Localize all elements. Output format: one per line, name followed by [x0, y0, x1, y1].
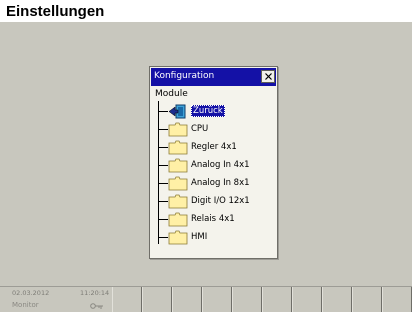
tree-item-regler[interactable]: Regler 4x1	[150, 138, 276, 156]
tree-item-relais[interactable]: Relais 4x1	[150, 210, 276, 228]
back-arrow-icon	[168, 104, 186, 119]
function-key-3[interactable]	[172, 287, 202, 312]
tree-item-analog-in-4[interactable]: Analog In 4x1	[150, 156, 276, 174]
folder-icon	[168, 230, 188, 245]
tree-item-label: Analog In 8x1	[191, 178, 250, 188]
configuration-dialog: Konfiguration Module Zurück CPU Regler 4…	[149, 66, 278, 259]
tree-item-label: Relais 4x1	[191, 214, 235, 224]
bottom-bar: 02.03.2012 11:20:14 Monitor	[0, 286, 412, 312]
function-key-1[interactable]	[112, 287, 142, 312]
tree-item-label: Analog In 4x1	[191, 160, 250, 170]
status-date: 02.03.2012	[12, 289, 50, 297]
function-key-8[interactable]	[322, 287, 352, 312]
function-key-7[interactable]	[292, 287, 322, 312]
tree-item-label: CPU	[191, 124, 209, 134]
folder-icon	[168, 176, 188, 191]
tree-item-back[interactable]: Zurück	[150, 102, 276, 120]
function-key-4[interactable]	[202, 287, 232, 312]
function-key-5[interactable]	[232, 287, 262, 312]
function-key-10[interactable]	[382, 287, 412, 312]
tree-item-label: HMI	[191, 232, 208, 242]
header-strip: Einstellungen	[0, 0, 412, 22]
tree-item-hmi[interactable]: HMI	[150, 228, 276, 246]
status-time: 11:20:14	[80, 289, 110, 297]
tree-item-digit-io[interactable]: Digit I/O 12x1	[150, 192, 276, 210]
function-key-9[interactable]	[352, 287, 382, 312]
tree-item-cpu[interactable]: CPU	[150, 120, 276, 138]
tree-item-label: Regler 4x1	[191, 142, 237, 152]
folder-icon	[168, 140, 188, 155]
folder-icon	[168, 212, 188, 227]
folder-icon	[168, 158, 188, 173]
status-panel: 02.03.2012 11:20:14 Monitor	[0, 287, 112, 312]
folder-icon	[168, 122, 188, 137]
function-key-6[interactable]	[262, 287, 292, 312]
status-user: Monitor	[12, 301, 39, 309]
module-tree: Zurück CPU Regler 4x1 Analog In 4x1 Anal…	[150, 67, 277, 258]
tree-item-analog-in-8[interactable]: Analog In 8x1	[150, 174, 276, 192]
tree-item-label: Zurück	[191, 105, 225, 117]
tree-item-label: Digit I/O 12x1	[191, 196, 250, 206]
page-title: Einstellungen	[6, 3, 105, 20]
key-icon	[90, 303, 103, 309]
folder-icon	[168, 194, 188, 209]
function-key-2[interactable]	[142, 287, 172, 312]
